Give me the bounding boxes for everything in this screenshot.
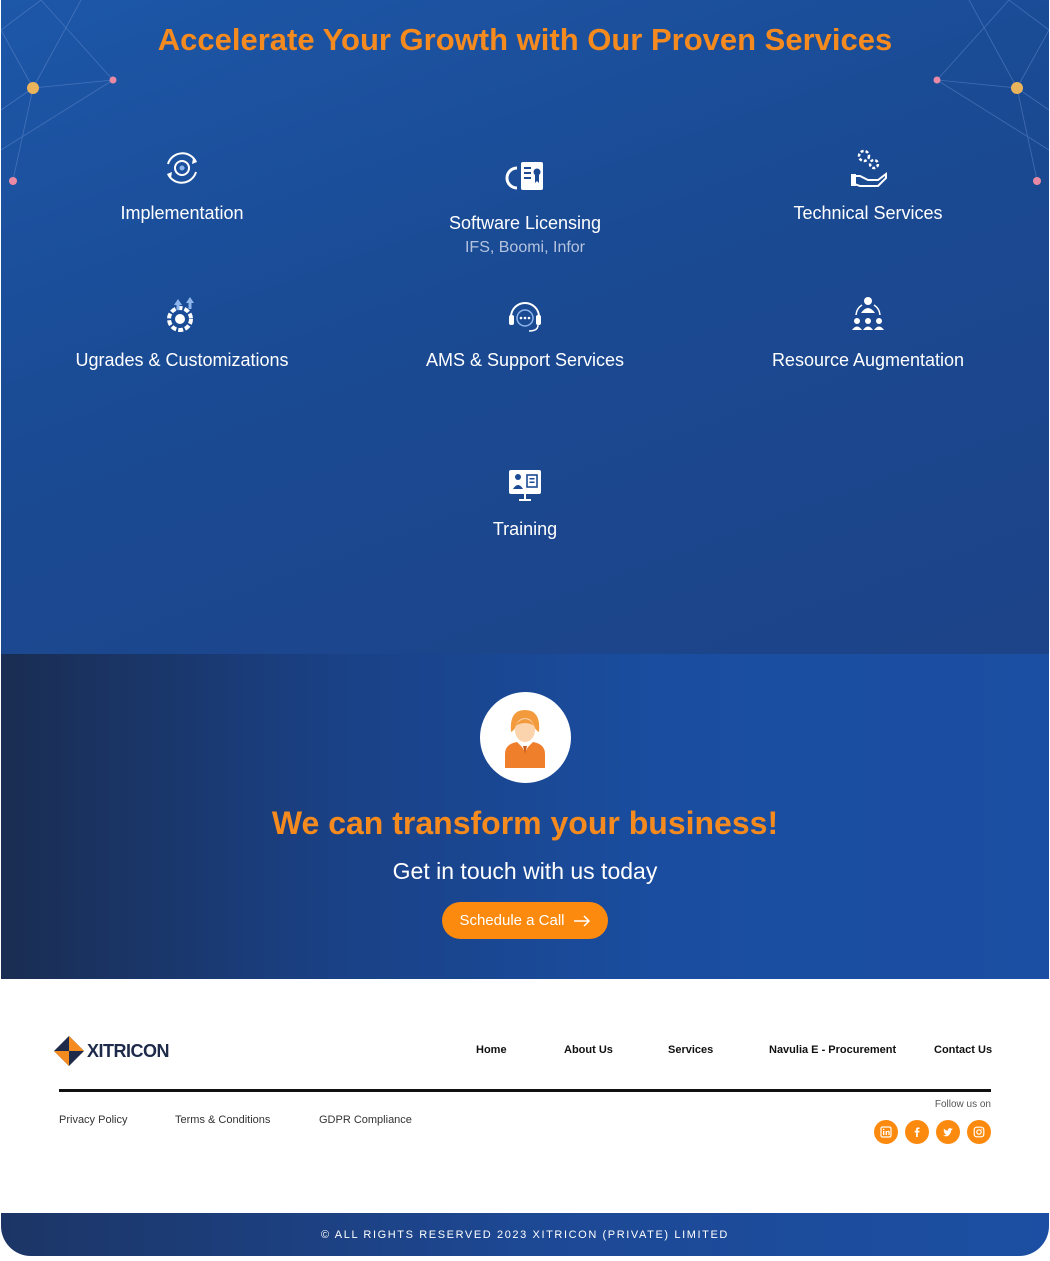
schedule-call-button[interactable]: Schedule a Call xyxy=(442,902,608,939)
team-network-icon xyxy=(852,297,884,330)
gear-upgrade-icon xyxy=(167,297,194,332)
facebook-link[interactable] xyxy=(905,1120,929,1144)
instagram-link[interactable] xyxy=(967,1120,991,1144)
service-label: Implementation xyxy=(120,203,244,223)
nav-services[interactable]: Services xyxy=(668,1044,713,1056)
training-board-icon xyxy=(509,470,541,501)
service-software-licensing[interactable]: Software Licensing IFS, Boomi, Infor xyxy=(375,156,675,257)
nav-home[interactable]: Home xyxy=(476,1044,507,1056)
arrow-right-icon xyxy=(573,914,590,927)
follow-us-label: Follow us on xyxy=(934,1099,991,1110)
facebook-icon xyxy=(914,1127,920,1137)
footer-nav: Home About Us Services Navulia E - Procu… xyxy=(1,1044,1049,1060)
cta-title: We can transform your business! xyxy=(271,805,779,841)
schedule-call-label: Schedule a Call xyxy=(459,912,565,929)
service-label: AMS & Support Services xyxy=(425,350,625,370)
services-section: Accelerate Your Growth with Our Proven S… xyxy=(1,0,1049,654)
copyright-bar: © ALL RIGHTS RESERVED 2023 XITRICON (PRI… xyxy=(1,1213,1049,1256)
support-agent-icon xyxy=(505,710,545,768)
service-label: Training xyxy=(492,519,558,539)
service-implementation[interactable]: Implementation xyxy=(32,146,332,225)
linkedin-link[interactable] xyxy=(874,1120,898,1144)
copyright-text: © ALL RIGHTS RESERVED 2023 XITRICON (PRI… xyxy=(321,1228,729,1241)
service-label: Technical Services xyxy=(793,203,943,223)
cta-subtitle: Get in touch with us today xyxy=(392,858,658,884)
service-resource-augmentation[interactable]: Resource Augmentation xyxy=(718,293,1018,372)
nav-about-us[interactable]: About Us xyxy=(564,1044,613,1056)
license-document-icon xyxy=(505,162,543,190)
gears-hand-icon xyxy=(851,149,887,187)
footer: XITRICON Home About Us Services Navulia … xyxy=(1,979,1049,1213)
service-upgrades-customizations[interactable]: Ugrades & Customizations xyxy=(32,293,332,372)
twitter-icon xyxy=(943,1128,953,1137)
headset-icon xyxy=(509,302,541,332)
privacy-policy-link[interactable]: Privacy Policy xyxy=(59,1114,127,1126)
service-technical-services[interactable]: Technical Services xyxy=(718,146,1018,225)
service-label: Resource Augmentation xyxy=(771,350,965,370)
terms-conditions-link[interactable]: Terms & Conditions xyxy=(175,1114,270,1126)
service-sublabel: IFS, Boomi, Infor xyxy=(464,239,586,256)
gdpr-compliance-link[interactable]: GDPR Compliance xyxy=(319,1114,412,1126)
social-links xyxy=(874,1120,991,1144)
instagram-icon xyxy=(973,1126,985,1138)
footer-divider xyxy=(59,1089,991,1092)
service-label: Ugrades & Customizations xyxy=(75,350,289,370)
service-ams-support[interactable]: AMS & Support Services xyxy=(375,293,675,372)
gear-cycle-icon xyxy=(167,152,197,184)
twitter-link[interactable] xyxy=(936,1120,960,1144)
services-title: Accelerate Your Growth with Our Proven S… xyxy=(157,22,893,57)
nav-navulia-e-procurement[interactable]: Navulia E - Procurement xyxy=(769,1044,896,1056)
avatar xyxy=(480,692,571,783)
service-training[interactable]: Training xyxy=(375,462,675,541)
nav-contact-us[interactable]: Contact Us xyxy=(934,1044,992,1056)
cta-section: We can transform your business! Get in t… xyxy=(1,654,1049,979)
service-label: Software Licensing xyxy=(448,213,602,233)
linkedin-icon xyxy=(880,1126,892,1138)
